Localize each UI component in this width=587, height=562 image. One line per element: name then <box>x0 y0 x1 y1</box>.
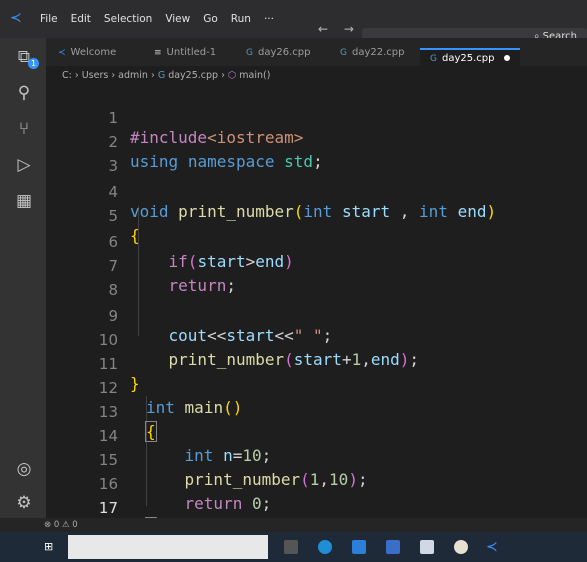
breadcrumb-users[interactable]: Users <box>82 70 109 81</box>
code-line: 8 <box>46 262 587 299</box>
unsaved-dot-icon <box>504 55 511 61</box>
run-debug-icon[interactable]: ▷ <box>13 154 35 176</box>
source-control-icon[interactable]: ⑂ <box>13 118 35 140</box>
vscode-logo-icon: ≺ <box>10 10 22 26</box>
tab-bar: ≺ Welcome ≡ Untitled-1 Gday26.cpp Gday22.c… <box>46 38 587 70</box>
menu-go[interactable]: Go <box>203 13 218 25</box>
task-view-icon[interactable] <box>284 540 298 554</box>
breadcrumb-symbol[interactable]: main() <box>239 70 270 81</box>
tab-untitled-1[interactable]: ≡ Untitled-1 <box>154 44 216 66</box>
symbol-method-icon: ⬡ <box>227 70 240 81</box>
breadcrumb-admin[interactable]: admin <box>118 70 148 81</box>
code-line: 13 { <box>46 384 587 442</box>
chevron-right-icon: › <box>221 70 228 81</box>
menu-edit[interactable]: Edit <box>71 13 91 25</box>
chevron-right-icon: › <box>150 70 158 81</box>
chevron-right-icon: › <box>74 70 82 81</box>
windows-start-icon[interactable]: ⊞ <box>44 541 56 553</box>
nav-arrows[interactable]: ← → <box>318 22 360 36</box>
breadcrumb-drive[interactable]: C: <box>62 70 72 81</box>
store-icon[interactable] <box>386 540 400 554</box>
code-line: 3 <box>46 138 587 175</box>
edge-browser-icon[interactable] <box>318 540 332 554</box>
windows-taskbar: ⊞ ≺ <box>0 532 587 562</box>
menu-more[interactable]: ··· <box>264 13 274 25</box>
code-line: 6 if(start>end) <box>46 214 587 271</box>
code-line: 7 return; <box>46 238 587 295</box>
vscode-icon: ≺ <box>58 48 66 58</box>
code-line: 15 print_number(1,10); <box>46 432 587 489</box>
menu-selection[interactable]: Selection <box>104 13 152 25</box>
problems-indicator[interactable]: ⊗ 0 ⚠ 0 <box>44 520 78 530</box>
menu-view[interactable]: View <box>165 13 190 25</box>
code-line: 11 } <box>46 336 587 393</box>
code-editor[interactable]: 1 #include<iostream> 2 using namespace s… <box>46 86 587 541</box>
menu-bar: File Edit Selection View Go Run ··· <box>40 13 274 25</box>
warning-icon: ⚠ <box>61 520 70 530</box>
title-bar: ≺ File Edit Selection View Go Run ··· ← … <box>0 0 587 48</box>
code-line: 10 print_number(start+1,end); <box>46 312 587 369</box>
code-line: 16 return 0; <box>46 456 587 513</box>
extensions-icon[interactable]: ▦ <box>13 190 35 212</box>
vscode-taskbar-icon[interactable]: ≺ <box>486 540 500 554</box>
error-icon: ⊗ <box>44 520 52 530</box>
tab-day22[interactable]: Gday22.cpp <box>340 44 404 66</box>
status-bar: ⊗ 0 ⚠ 0 <box>0 518 587 532</box>
activity-bar: ⧉ 1 ⚲ ⑂ ▷ ▦ ◎ ⚙ <box>0 38 46 518</box>
file-explorer-icon[interactable] <box>352 540 366 554</box>
code-line: 12 int main() <box>46 360 587 417</box>
tab-day26[interactable]: Gday26.cpp <box>246 44 310 66</box>
cpp-icon: G <box>246 48 253 58</box>
account-icon[interactable]: ◎ <box>13 458 35 480</box>
code-line: 17 } <box>46 480 587 538</box>
taskbar-search-box[interactable] <box>68 535 268 559</box>
app-icon[interactable] <box>454 540 468 554</box>
code-line: 1 #include<iostream> <box>46 90 587 147</box>
lines-icon: ≡ <box>154 48 162 58</box>
breadcrumb-file[interactable]: day25.cpp <box>168 70 218 81</box>
explorer-badge: 1 <box>28 58 39 69</box>
search-icon[interactable]: ⚲ <box>13 82 35 104</box>
code-line: 9 cout<<start<<" "; <box>46 288 587 345</box>
breadcrumb: C: › Users › admin › G day25.cpp › ⬡ mai… <box>62 70 270 81</box>
cpp-icon: G <box>340 48 347 58</box>
code-line: 14 int n=10; <box>46 408 587 465</box>
cpp-icon: G <box>430 54 437 64</box>
menu-run[interactable]: Run <box>231 13 251 25</box>
tab-day25[interactable]: Gday25.cpp <box>420 48 521 70</box>
code-line: 2 using namespace std; <box>46 114 587 171</box>
settings-gear-icon[interactable]: ⚙ <box>13 492 35 514</box>
cpp-icon: G <box>157 70 169 81</box>
code-line: 4 void print_number(int start , int end) <box>46 164 587 221</box>
code-line: 5 { <box>46 188 587 245</box>
mail-icon[interactable] <box>420 540 434 554</box>
tab-welcome[interactable]: ≺ Welcome <box>58 44 116 66</box>
menu-file[interactable]: File <box>40 13 58 25</box>
